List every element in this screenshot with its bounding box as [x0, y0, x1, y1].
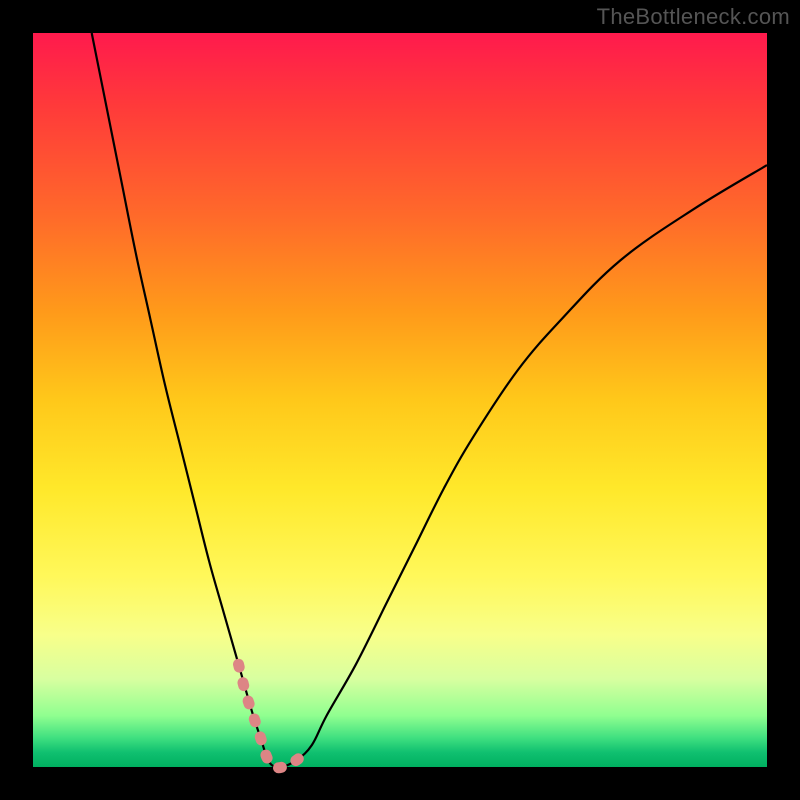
plot-area	[33, 33, 767, 767]
bottleneck-curve	[92, 33, 767, 768]
watermark-text: TheBottleneck.com	[597, 4, 790, 30]
highlight-segment	[239, 664, 305, 768]
chart-frame: TheBottleneck.com	[0, 0, 800, 800]
curve-svg	[33, 33, 767, 767]
